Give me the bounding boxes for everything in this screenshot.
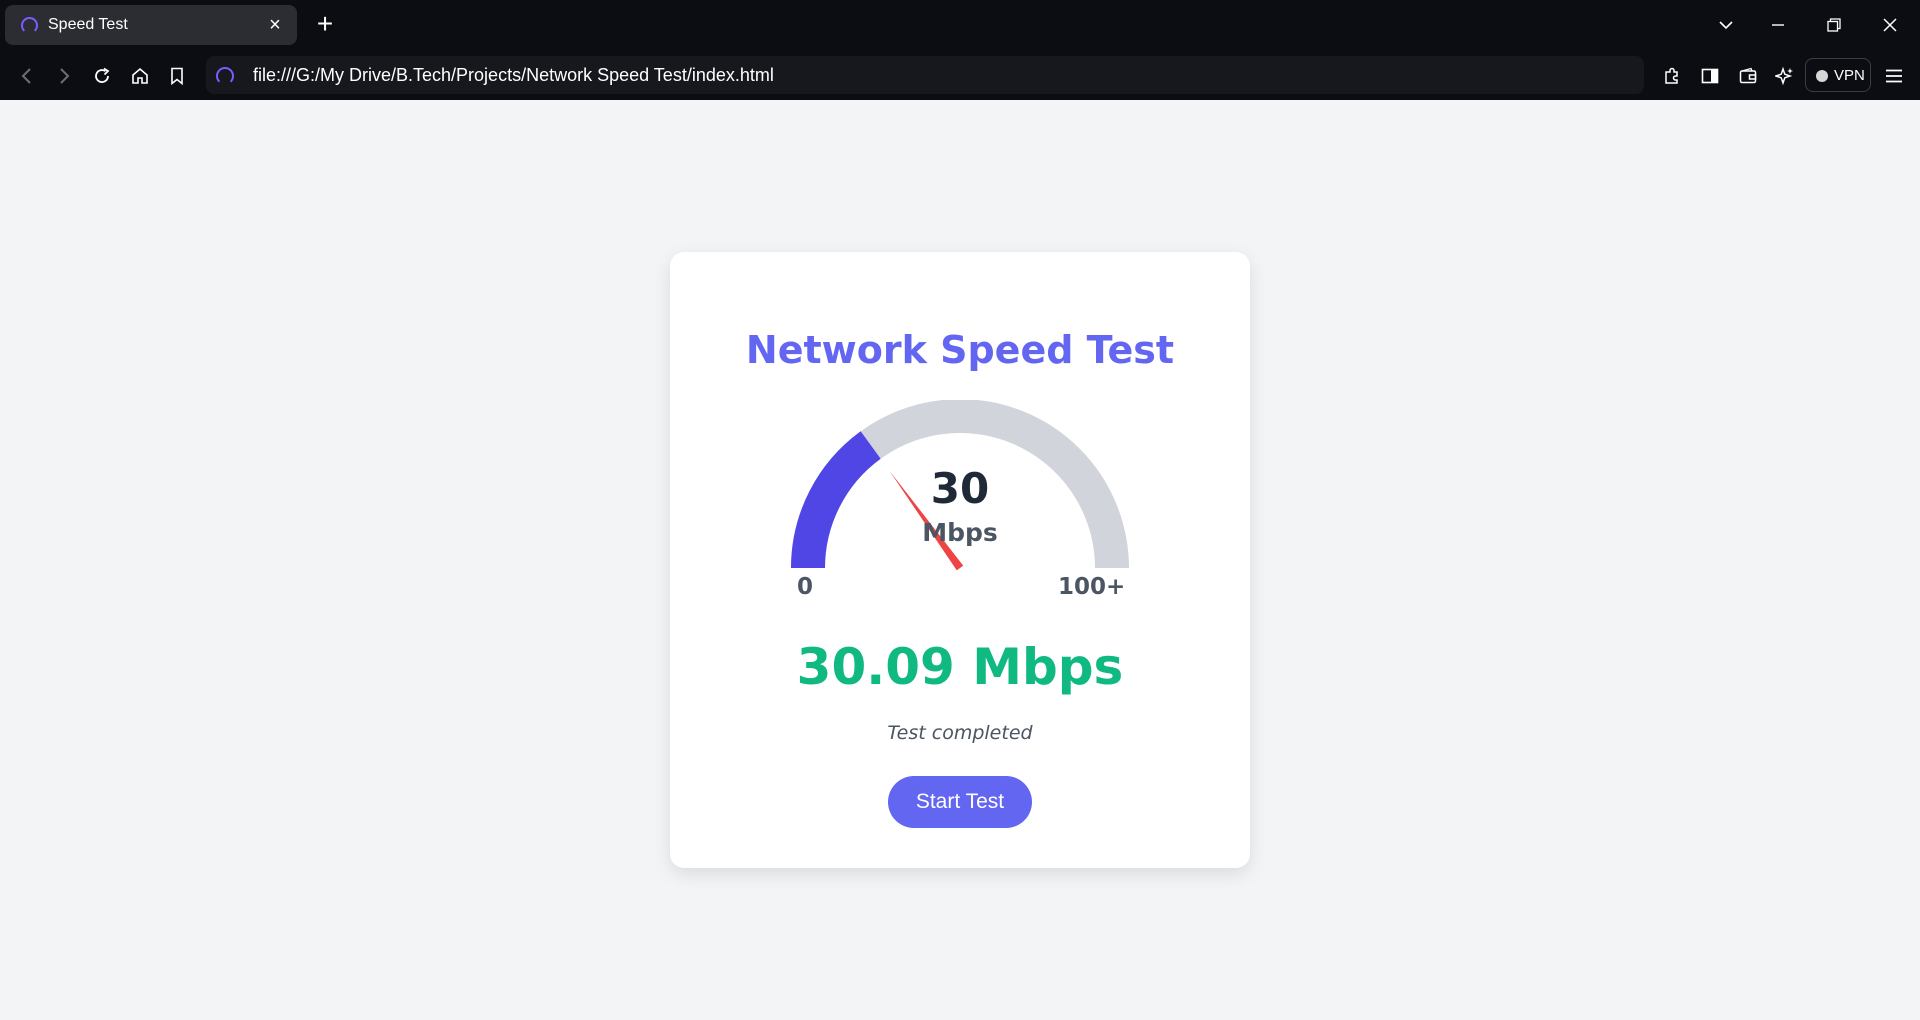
menu-hamburger-icon[interactable]: [1878, 60, 1910, 92]
restore-icon[interactable]: [1806, 0, 1862, 50]
bookmark-icon[interactable]: [161, 60, 193, 92]
back-arrow-icon[interactable]: [11, 60, 43, 92]
new-tab-plus-icon[interactable]: +: [310, 9, 340, 39]
gauge-max-label: 100+: [1058, 574, 1126, 600]
ai-sparkle-icon[interactable]: [1769, 60, 1801, 92]
home-icon[interactable]: [124, 60, 156, 92]
reload-icon[interactable]: [86, 60, 118, 92]
gauge-value: 30: [930, 464, 990, 513]
vpn-status-icon: [1816, 70, 1828, 82]
page-favicon-icon: [216, 67, 234, 85]
speed-test-card: Network Speed Test 30 Mbps 0 100+ 30.09 …: [670, 252, 1250, 868]
forward-arrow-icon[interactable]: [48, 60, 80, 92]
gauge-min-label: 0: [797, 574, 814, 600]
minimize-icon[interactable]: [1750, 0, 1806, 50]
speed-result: 30.09 Mbps: [796, 638, 1124, 696]
sidebar-panel-icon[interactable]: [1694, 60, 1726, 92]
tab-list-chevron-icon[interactable]: [1698, 0, 1754, 50]
vpn-button[interactable]: VPN: [1805, 58, 1871, 92]
speed-test-favicon-icon: [21, 17, 38, 34]
page-title: Network Speed Test: [745, 328, 1175, 372]
tab-bar: Speed Test × +: [0, 0, 1920, 50]
browser-tab[interactable]: Speed Test ×: [5, 5, 297, 45]
address-bar[interactable]: file:///G:/My Drive/B.Tech/Projects/Netw…: [206, 56, 1644, 94]
tab-title: Speed Test: [48, 16, 128, 33]
extensions-puzzle-icon[interactable]: [1656, 60, 1688, 92]
url-text[interactable]: file:///G:/My Drive/B.Tech/Projects/Netw…: [253, 65, 774, 86]
vpn-label: VPN: [1834, 67, 1865, 84]
start-test-button[interactable]: Start Test: [888, 776, 1032, 828]
status-text: Test completed: [887, 722, 1033, 744]
speed-gauge: 30 Mbps 0 100+: [785, 399, 1135, 620]
wallet-icon[interactable]: [1732, 60, 1764, 92]
close-window-icon[interactable]: [1862, 0, 1918, 50]
close-tab-icon[interactable]: ×: [262, 12, 288, 38]
gauge-unit: Mbps: [922, 518, 998, 547]
browser-toolbar: file:///G:/My Drive/B.Tech/Projects/Netw…: [0, 50, 1920, 100]
